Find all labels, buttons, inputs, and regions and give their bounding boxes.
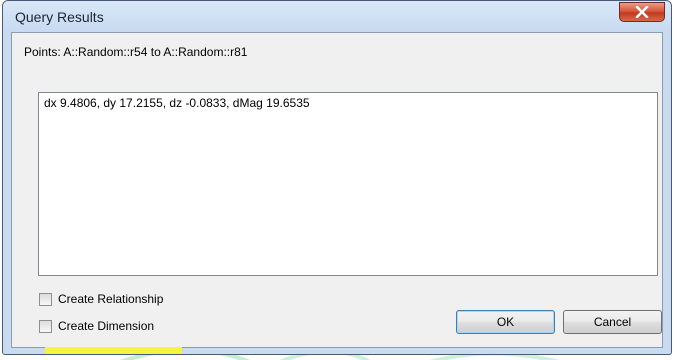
window-title: Query Results [15, 9, 104, 25]
title-bar: Query Results [3, 1, 671, 32]
ok-button[interactable]: OK [456, 310, 555, 334]
create-dimension-highlight [45, 347, 182, 354]
results-textbox[interactable]: dx 9.4806, dy 17.2155, dz -0.0833, dMag … [38, 92, 658, 276]
create-dimension-label: Create Dimension [58, 319, 155, 333]
close-x-icon [635, 6, 649, 18]
create-dimension-checkbox[interactable] [39, 319, 52, 333]
create-relationship-checkbox[interactable] [39, 292, 52, 306]
create-relationship-label: Create Relationship [58, 292, 164, 306]
query-results-dialog: Query Results Points: A::Random::r54 to … [2, 0, 672, 355]
points-label: Points: A::Random::r54 to A::Random::r81 [24, 45, 248, 59]
create-relationship-option[interactable]: Create Relationship [39, 291, 163, 307]
cancel-button[interactable]: Cancel [563, 310, 662, 334]
create-dimension-option[interactable]: Create Dimension [39, 318, 156, 334]
result-text: dx 9.4806, dy 17.2155, dz -0.0833, dMag … [44, 96, 310, 110]
close-button[interactable] [619, 2, 665, 22]
